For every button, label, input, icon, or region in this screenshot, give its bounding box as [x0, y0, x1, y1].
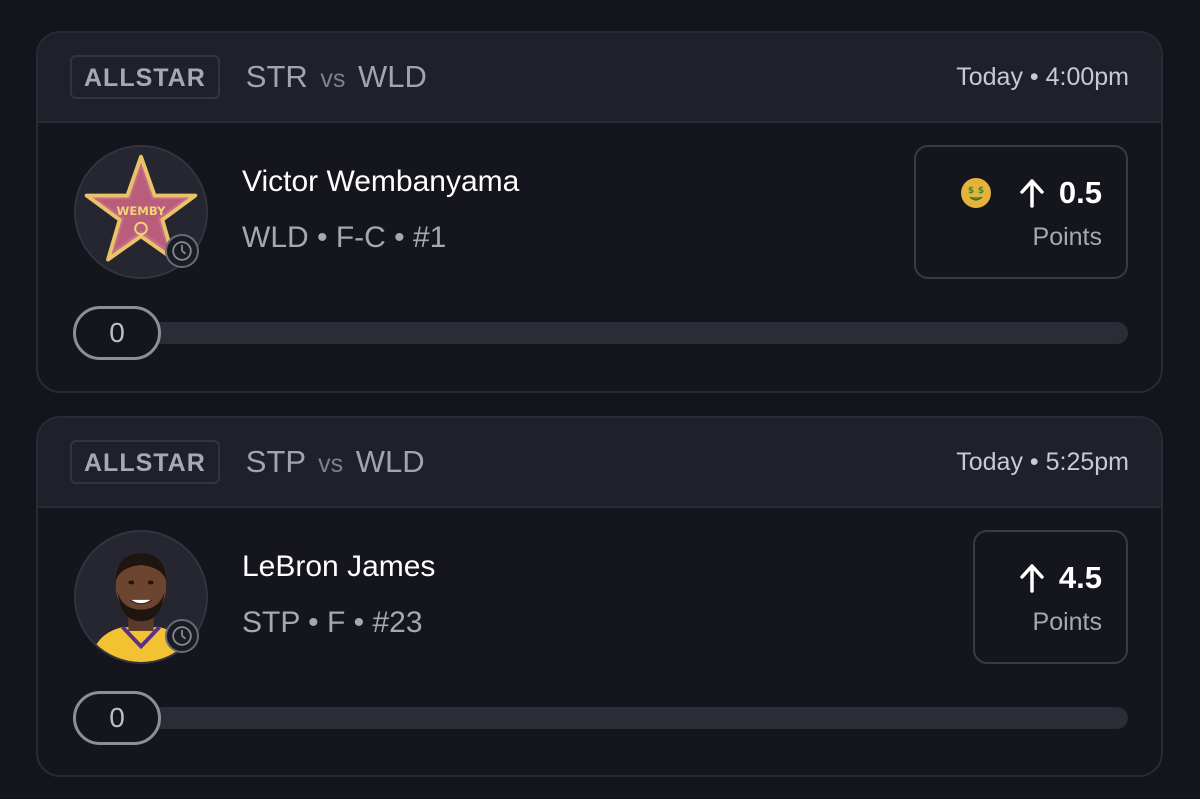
- home-team: STP: [245, 444, 306, 479]
- progress-track: [96, 707, 1128, 729]
- league-badge: ALLSTAR: [70, 55, 220, 99]
- money-mouth-emoji-icon: $ $: [960, 178, 991, 208]
- progress-value-pill: 0: [73, 306, 161, 360]
- projection-button[interactable]: $ $ 0.5 Points: [914, 145, 1128, 279]
- league-badge: ALLSTAR: [70, 440, 220, 484]
- home-team: STR: [245, 59, 308, 94]
- vs-label: vs: [318, 450, 344, 478]
- clock-icon: [165, 619, 199, 653]
- projection-stat-label: Points: [1032, 223, 1102, 251]
- card-body: LeBron James STP • F • #23 4.5 Points 0: [38, 508, 1161, 775]
- matchup: STR vs WLD: [246, 59, 427, 95]
- arrow-up-icon: [1019, 178, 1045, 208]
- game-time: Today • 4:00pm: [956, 62, 1129, 91]
- card-body: WEMBY Victor Wembanyama WLD • F-C • #1 $…: [38, 123, 1161, 391]
- pick-feed: ALLSTAR STR vs WLD Today • 4:00pm WEMBY: [0, 0, 1200, 799]
- projection-top: 4.5: [1019, 560, 1102, 596]
- away-team: WLD: [358, 59, 427, 94]
- projection-value: 4.5: [1058, 560, 1102, 595]
- pick-card[interactable]: ALLSTAR STP vs WLD Today • 5:25pm LeBron…: [36, 416, 1163, 777]
- game-time: Today • 5:25pm: [956, 447, 1129, 476]
- projection-top: $ $ 0.5: [960, 175, 1102, 211]
- pick-card[interactable]: ALLSTAR STR vs WLD Today • 4:00pm WEMBY: [36, 31, 1163, 393]
- player-meta: STP • F • #23: [242, 606, 423, 639]
- away-team: WLD: [355, 444, 425, 479]
- avatar-star-text: WEMBY: [117, 204, 167, 218]
- progress-value-pill: 0: [73, 691, 161, 745]
- arrow-up-icon: [1019, 563, 1045, 593]
- projection-value: 0.5: [1058, 175, 1102, 210]
- player-name[interactable]: LeBron James: [242, 550, 435, 584]
- card-header: ALLSTAR STR vs WLD Today • 4:00pm: [38, 33, 1161, 123]
- projection-stat-label: Points: [1032, 608, 1102, 636]
- card-header: ALLSTAR STP vs WLD Today • 5:25pm: [38, 418, 1161, 508]
- progress-track: [96, 322, 1128, 344]
- clock-icon: [165, 234, 199, 268]
- matchup: STP vs WLD: [246, 444, 425, 480]
- vs-label: vs: [320, 65, 346, 93]
- projection-button[interactable]: 4.5 Points: [973, 530, 1128, 664]
- svg-text:$: $: [978, 186, 984, 196]
- player-meta: WLD • F-C • #1: [242, 221, 447, 254]
- svg-text:$: $: [968, 186, 974, 196]
- player-name[interactable]: Victor Wembanyama: [242, 165, 519, 199]
